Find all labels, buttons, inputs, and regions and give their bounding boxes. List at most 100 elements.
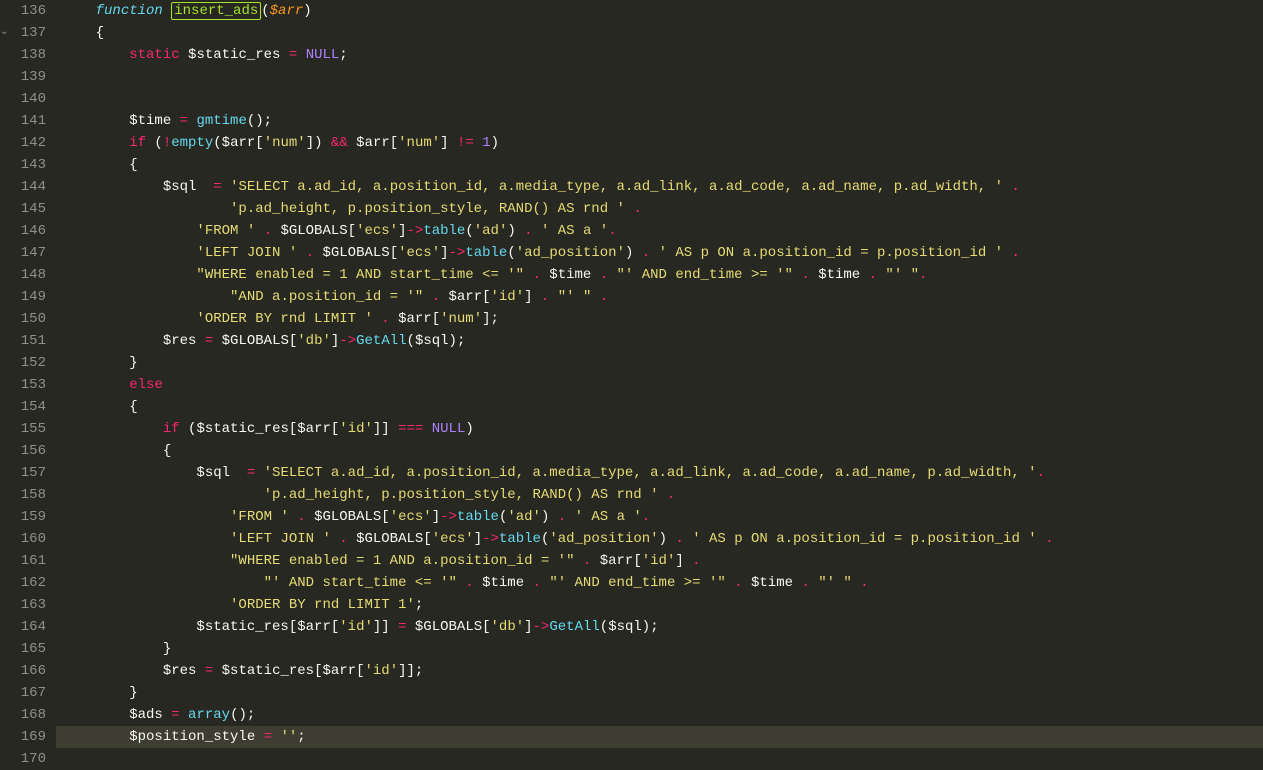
code-line[interactable]: { [56,396,1263,418]
line-number[interactable]: 138 [6,44,46,66]
code-line[interactable]: if ($static_res[$arr['id']] === NULL) [56,418,1263,440]
line-number[interactable]: 161 [6,550,46,572]
token-kw2: if [129,135,146,151]
token-varw: $arr [356,135,390,151]
code-line[interactable]: $position_style = ''; [56,726,1263,748]
line-number[interactable]: 147 [6,242,46,264]
line-number[interactable]: 139 [6,66,46,88]
code-line[interactable]: $res = $static_res[$arr['id']]; [56,660,1263,682]
code-editor[interactable]: 136⌄137138139140141142143144145146147148… [0,0,1263,764]
token-punc [348,531,356,547]
code-line[interactable]: 'FROM ' . $GLOBALS['ecs']->table('ad') .… [56,220,1263,242]
token-str: 'FROM ' [196,223,255,239]
code-line[interactable]: $static_res[$arr['id']] = $GLOBALS['db']… [56,616,1263,638]
fold-marker-icon[interactable]: ⌄ [0,22,8,44]
line-number[interactable]: 165 [6,638,46,660]
token-varw: $arr [297,619,331,635]
code-line[interactable]: { [56,22,1263,44]
code-line[interactable] [56,88,1263,110]
code-line[interactable]: 'p.ad_height, p.position_style, RAND() A… [56,484,1263,506]
line-number[interactable]: 167 [6,682,46,704]
code-line[interactable]: 'LEFT JOIN ' . $GLOBALS['ecs']->table('a… [56,242,1263,264]
code-line[interactable]: $sql = 'SELECT a.ad_id, a.position_id, a… [56,176,1263,198]
line-number[interactable]: 168 [6,704,46,726]
code-line[interactable]: "WHERE enabled = 1 AND start_time <= '" … [56,264,1263,286]
line-number[interactable]: 150 [6,308,46,330]
line-number[interactable]: 145 [6,198,46,220]
line-number[interactable]: 158 [6,484,46,506]
code-line[interactable] [56,748,1263,770]
token-punc [62,201,230,217]
code-line[interactable]: function insert_ads($arr) [56,0,1263,22]
line-number-gutter[interactable]: 136⌄137138139140141142143144145146147148… [0,0,56,764]
line-number[interactable]: 146 [6,220,46,242]
token-str: 'num' [264,135,306,151]
line-number[interactable]: 141 [6,110,46,132]
line-number[interactable]: 151 [6,330,46,352]
token-punc [196,333,204,349]
token-str: "AND a.position_id = '" [230,289,423,305]
line-number[interactable]: 159 [6,506,46,528]
code-line[interactable]: 'LEFT JOIN ' . $GLOBALS['ecs']->table('a… [56,528,1263,550]
line-number[interactable]: 149 [6,286,46,308]
token-punc: ; [415,597,423,613]
code-line[interactable]: 'ORDER BY rnd LIMIT 1'; [56,594,1263,616]
token-varw: $arr [600,553,634,569]
code-line[interactable]: 'FROM ' . $GLOBALS['ecs']->table('ad') .… [56,506,1263,528]
code-line[interactable]: { [56,440,1263,462]
code-line[interactable]: "AND a.position_id = '" . $arr['id'] . "… [56,286,1263,308]
code-line[interactable]: $time = gmtime(); [56,110,1263,132]
code-line[interactable]: } [56,682,1263,704]
line-number[interactable]: 136 [6,0,46,22]
code-line[interactable]: } [56,638,1263,660]
code-line[interactable] [56,66,1263,88]
line-number[interactable]: 163 [6,594,46,616]
line-number[interactable]: 142 [6,132,46,154]
line-number[interactable]: 166 [6,660,46,682]
code-line[interactable]: $ads = array(); [56,704,1263,726]
code-line[interactable]: { [56,154,1263,176]
line-number[interactable]: 160 [6,528,46,550]
token-punc [62,575,264,591]
code-line[interactable]: 'p.ad_height, p.position_style, RAND() A… [56,198,1263,220]
line-number[interactable]: 153 [6,374,46,396]
line-number[interactable]: 148 [6,264,46,286]
line-number[interactable]: 169 [6,726,46,748]
line-number[interactable]: 154 [6,396,46,418]
token-op: . [381,311,389,327]
token-punc: ] [675,553,692,569]
line-number[interactable]: 156 [6,440,46,462]
line-number[interactable]: 152 [6,352,46,374]
code-line[interactable]: 'ORDER BY rnd LIMIT ' . $arr['num']; [56,308,1263,330]
code-line[interactable]: else [56,374,1263,396]
code-line[interactable]: "' AND start_time <= '" . $time . "' AND… [56,572,1263,594]
token-punc: ) [303,3,311,19]
token-varw: $arr [322,663,356,679]
code-line[interactable]: $sql = 'SELECT a.ad_id, a.position_id, a… [56,462,1263,484]
line-number[interactable]: 170 [6,748,46,770]
token-punc [566,509,574,525]
token-punc [390,311,398,327]
token-str: 'ecs' [356,223,398,239]
line-number[interactable]: 155 [6,418,46,440]
code-area[interactable]: function insert_ads($arr) { static $stat… [56,0,1263,764]
line-number[interactable]: 164 [6,616,46,638]
token-punc [62,531,230,547]
token-str: 'num' [440,311,482,327]
code-line[interactable]: } [56,352,1263,374]
line-number[interactable]: 140 [6,88,46,110]
code-line[interactable]: static $static_res = NULL; [56,44,1263,66]
code-line[interactable]: "WHERE enabled = 1 AND a.position_id = '… [56,550,1263,572]
line-number[interactable]: 162 [6,572,46,594]
line-number[interactable]: 137 [6,22,46,44]
code-line[interactable]: $res = $GLOBALS['db']->GetAll($sql); [56,330,1263,352]
token-punc [474,575,482,591]
token-varw: $GLOBALS [322,245,389,261]
code-line[interactable]: if (!empty($arr['num']) && $arr['num'] !… [56,132,1263,154]
line-number[interactable]: 144 [6,176,46,198]
token-punc [659,487,667,503]
line-number[interactable]: 143 [6,154,46,176]
token-punc: [ [390,135,398,151]
token-str: "' AND end_time >= '" [617,267,793,283]
line-number[interactable]: 157 [6,462,46,484]
